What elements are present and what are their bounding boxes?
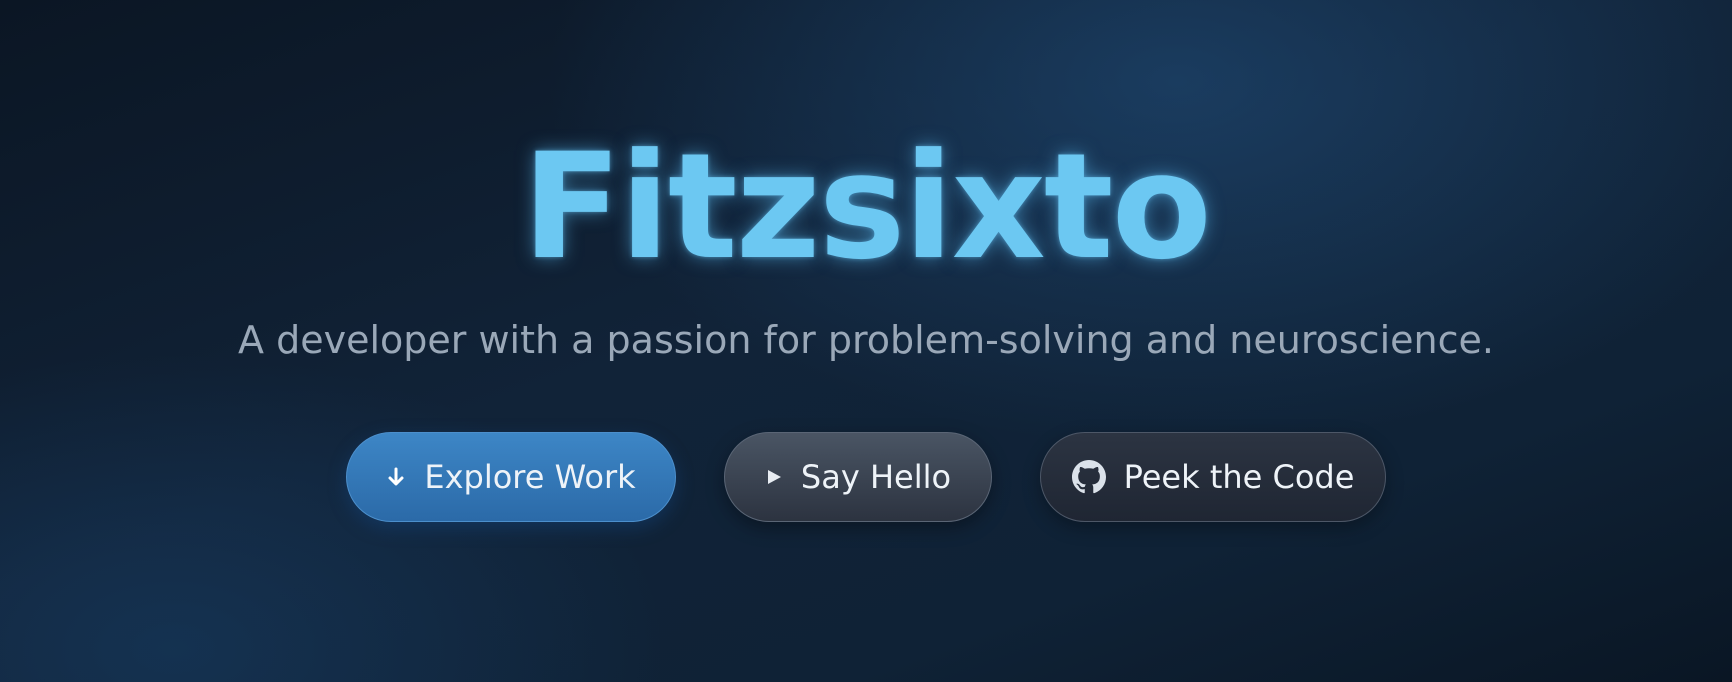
explore-work-button[interactable]: Explore Work	[346, 432, 676, 522]
peek-the-code-button[interactable]: Peek the Code	[1040, 432, 1386, 522]
hero-section: Fitzsixto A developer with a passion for…	[0, 0, 1732, 682]
tagline: A developer with a passion for problem-s…	[238, 318, 1494, 362]
hero-actions: Explore Work Say Hello Peek the Code	[0, 432, 1732, 524]
say-hello-button[interactable]: Say Hello	[724, 432, 992, 522]
play-icon	[765, 468, 783, 486]
peek-the-code-label: Peek the Code	[1123, 458, 1355, 496]
arrow-down-icon	[386, 466, 406, 488]
explore-work-label: Explore Work	[424, 458, 636, 496]
site-title: Fitzsixto	[522, 122, 1212, 292]
say-hello-label: Say Hello	[800, 458, 952, 496]
github-icon	[1071, 460, 1106, 494]
